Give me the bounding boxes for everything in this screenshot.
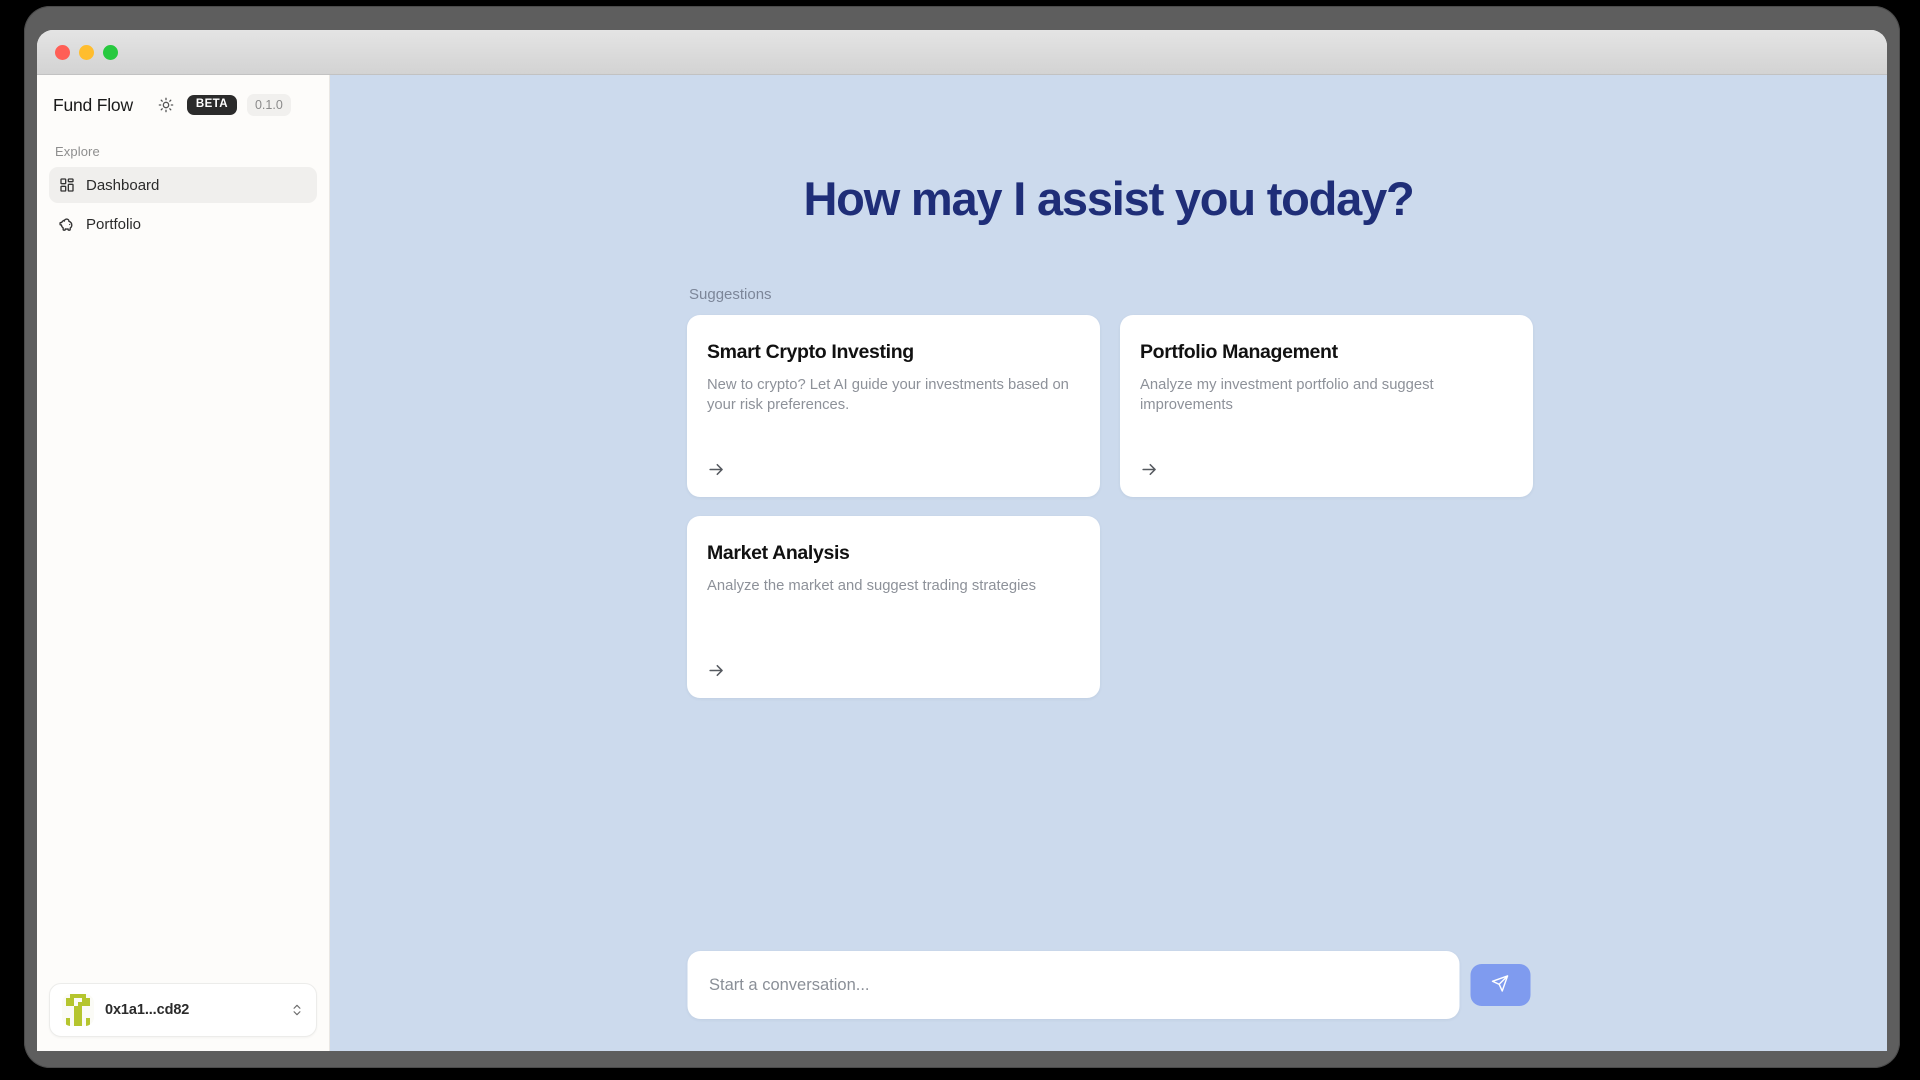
main-content: How may I assist you today? Suggestions …: [330, 75, 1887, 1051]
sidebar-item-dashboard[interactable]: Dashboard: [49, 167, 317, 204]
window-titlebar: [37, 30, 1887, 75]
composer: [687, 951, 1530, 1019]
arrow-right-icon[interactable]: [1140, 459, 1160, 479]
send-paper-plane-icon: [1491, 974, 1510, 996]
suggestions-label: Suggestions: [689, 286, 772, 303]
main-inner: How may I assist you today? Suggestions …: [687, 75, 1533, 698]
sun-icon[interactable]: [155, 94, 177, 116]
version-badge: 0.1.0: [246, 94, 291, 117]
close-window-button[interactable]: [55, 44, 70, 60]
suggestion-title: Portfolio Management: [1140, 341, 1338, 363]
suggestion-title: Smart Crypto Investing: [707, 341, 914, 363]
suggestion-card[interactable]: Portfolio Management Analyze my investme…: [1120, 315, 1533, 497]
app-body: Fund Flow BETA 0.1.0 Explore Dashboard P…: [37, 75, 1887, 1051]
beta-badge: BETA: [186, 95, 237, 115]
app-brand-title: Fund Flow: [53, 94, 133, 115]
suggestion-card[interactable]: Smart Crypto Investing New to crypto? Le…: [687, 315, 1100, 497]
sidebar-item-portfolio[interactable]: Portfolio: [49, 206, 317, 242]
app-window: Fund Flow BETA 0.1.0 Explore Dashboard P…: [37, 30, 1887, 1051]
page-title: How may I assist you today?: [803, 172, 1414, 225]
dashboard-grid-icon: [58, 177, 75, 194]
wallet-address: 0x1a1...cd82: [105, 1002, 190, 1018]
suggestion-description: Analyze the market and suggest trading s…: [707, 578, 1037, 594]
arrow-right-icon[interactable]: [707, 660, 727, 680]
send-message-button[interactable]: [1470, 964, 1530, 1006]
piggy-bank-icon: [58, 216, 75, 233]
suggestion-description: Analyze my investment portfolio and sugg…: [1140, 377, 1434, 414]
sidebar-header: Fund Flow BETA 0.1.0: [37, 75, 329, 126]
traffic-lights: [55, 44, 118, 60]
suggestion-cards: Smart Crypto Investing New to crypto? Le…: [687, 315, 1533, 698]
chevron-up-down-icon: [290, 1003, 304, 1017]
desktop-background: Fund Flow BETA 0.1.0 Explore Dashboard P…: [0, 0, 1920, 1080]
nav-section-label: Explore: [55, 144, 100, 160]
suggestion-description: New to crypto? Let AI guide your investm…: [707, 377, 1069, 414]
chat-input[interactable]: [687, 951, 1459, 1019]
sidebar-item-label: Portfolio: [86, 215, 142, 233]
minimize-window-button[interactable]: [79, 44, 94, 60]
sidebar-nav: Dashboard Portfolio: [37, 167, 329, 242]
suggestion-card[interactable]: Market Analysis Analyze the market and s…: [687, 516, 1100, 698]
wallet-selector[interactable]: 0x1a1...cd82: [49, 983, 317, 1037]
suggestion-title: Market Analysis: [707, 542, 850, 564]
maximize-window-button[interactable]: [103, 44, 118, 60]
sidebar: Fund Flow BETA 0.1.0 Explore Dashboard P…: [37, 75, 330, 1051]
sidebar-item-label: Dashboard: [86, 176, 160, 194]
wallet-identicon: [62, 994, 94, 1026]
arrow-right-icon[interactable]: [707, 459, 727, 479]
